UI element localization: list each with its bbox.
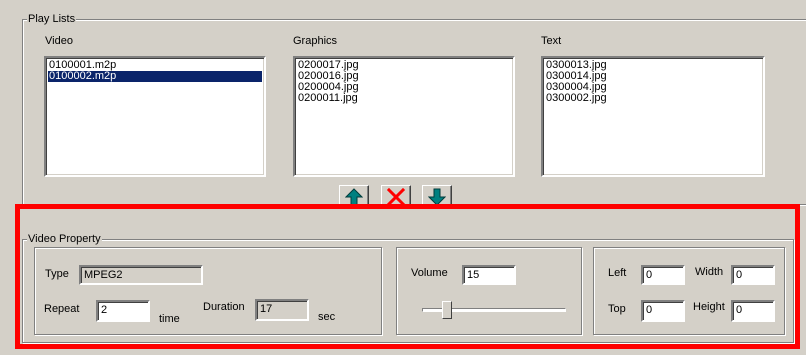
top-input[interactable]: 0 — [641, 300, 685, 322]
close-x-icon — [387, 188, 405, 206]
text-list[interactable]: 0300013.jpg 0300014.jpg 0300004.jpg 0300… — [541, 56, 765, 177]
duration-unit-label: sec — [318, 311, 336, 323]
video-list-label: Video — [45, 35, 73, 47]
graphics-list-label: Graphics — [293, 35, 338, 47]
duration-field: 17 — [255, 299, 309, 321]
graphics-list[interactable]: 0200017.jpg 0200016.jpg 0200004.jpg 0200… — [293, 56, 515, 177]
volume-slider[interactable] — [422, 300, 566, 320]
video-property-group-title: Video Property — [27, 233, 102, 245]
width-label: Width — [695, 266, 724, 278]
width-input[interactable]: 0 — [731, 265, 775, 285]
move-up-button[interactable] — [339, 185, 369, 209]
volume-panel — [396, 247, 582, 335]
volume-label: Volume — [411, 267, 448, 279]
move-down-button[interactable] — [422, 185, 452, 209]
volume-slider-thumb[interactable] — [442, 301, 452, 319]
top-label: Top — [608, 303, 626, 315]
playlists-group-title: Play Lists — [27, 13, 77, 25]
left-input[interactable]: 0 — [641, 265, 685, 285]
type-field: MPEG2 — [79, 265, 203, 285]
height-label: Height — [693, 301, 725, 313]
height-input[interactable]: 0 — [731, 300, 775, 322]
duration-label: Duration — [203, 301, 245, 313]
arrow-up-icon — [345, 188, 363, 206]
delete-button[interactable] — [381, 185, 411, 209]
volume-input[interactable]: 15 — [462, 265, 516, 285]
list-item[interactable]: 0200011.jpg — [297, 93, 511, 104]
repeat-unit-label: time — [159, 313, 180, 325]
repeat-label: Repeat — [44, 303, 80, 315]
arrow-down-icon — [428, 188, 446, 206]
repeat-input[interactable]: 2 — [96, 300, 150, 322]
list-item[interactable]: 0300002.jpg — [545, 93, 761, 104]
list-item-selected[interactable]: 0100002.m2p — [48, 71, 262, 82]
video-list[interactable]: 0100001.m2p 0100002.m2p — [44, 56, 266, 177]
type-label: Type — [45, 268, 69, 280]
text-list-label: Text — [541, 35, 562, 47]
left-label: Left — [608, 267, 627, 279]
